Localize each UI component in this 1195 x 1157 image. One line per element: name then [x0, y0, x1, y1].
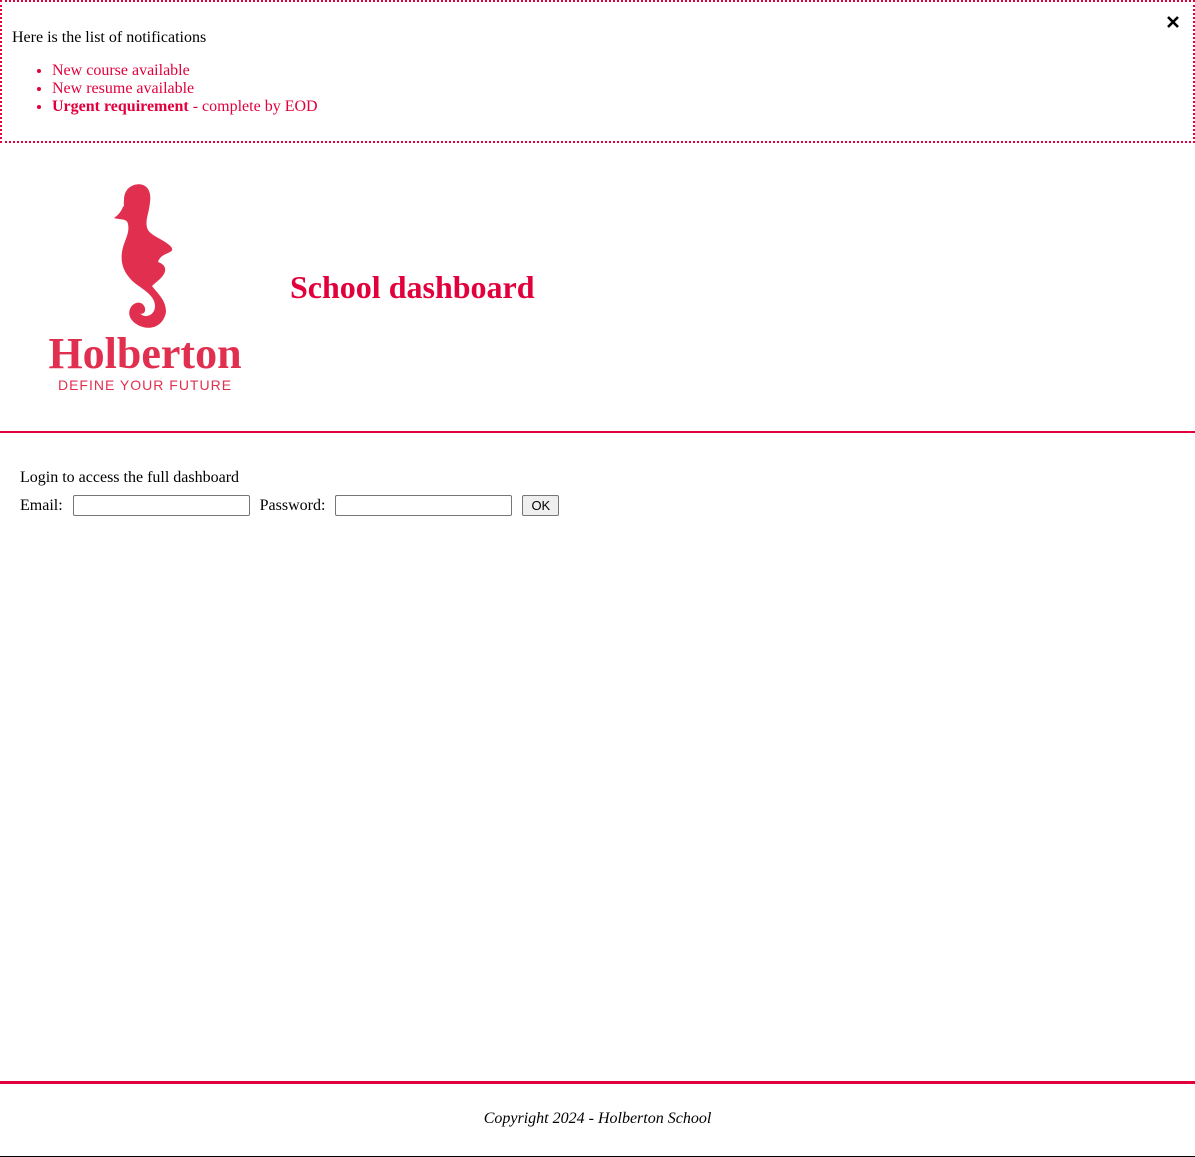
- notification-item-urgent[interactable]: Urgent requirement - complete by EOD: [52, 98, 1183, 116]
- notification-urgent-text: - complete by EOD: [188, 98, 318, 115]
- email-label: Email:: [20, 496, 63, 514]
- ok-button[interactable]: OK: [522, 495, 560, 516]
- page-title: School dashboard: [290, 269, 535, 305]
- notification-urgent-label: Urgent requirement: [52, 98, 189, 115]
- holberton-logo: Holberton DEFINE YOUR FUTURE: [40, 178, 250, 400]
- email-field[interactable]: [72, 495, 250, 516]
- app-footer: Copyright 2024 - Holberton School: [0, 1081, 1195, 1157]
- login-prompt: Login to access the full dashboard: [20, 469, 240, 486]
- password-label: Password:: [259, 496, 326, 514]
- close-icon: [1167, 16, 1179, 28]
- app-header: Holberton DEFINE YOUR FUTURE School dash…: [0, 143, 1195, 433]
- svg-text:Holberton: Holberton: [48, 329, 241, 378]
- login-form: Email: Password: OK: [20, 495, 560, 516]
- notifications-panel: Here is the list of notifications New co…: [0, 0, 1195, 143]
- seahorse-icon: Holberton DEFINE YOUR FUTURE: [48, 184, 242, 393]
- password-field[interactable]: [335, 495, 513, 516]
- notification-item[interactable]: New course available: [52, 62, 1183, 80]
- app-body: Login to access the full dashboard Email…: [20, 462, 560, 516]
- notification-item[interactable]: New resume available: [52, 80, 1183, 98]
- close-button[interactable]: [1163, 12, 1183, 32]
- svg-text:DEFINE YOUR FUTURE: DEFINE YOUR FUTURE: [58, 377, 232, 393]
- copyright-text: Copyright 2024 - Holberton School: [483, 1110, 712, 1127]
- notifications-list: New course available New resume availabl…: [12, 62, 1183, 116]
- notifications-intro: Here is the list of notifications: [12, 29, 207, 46]
